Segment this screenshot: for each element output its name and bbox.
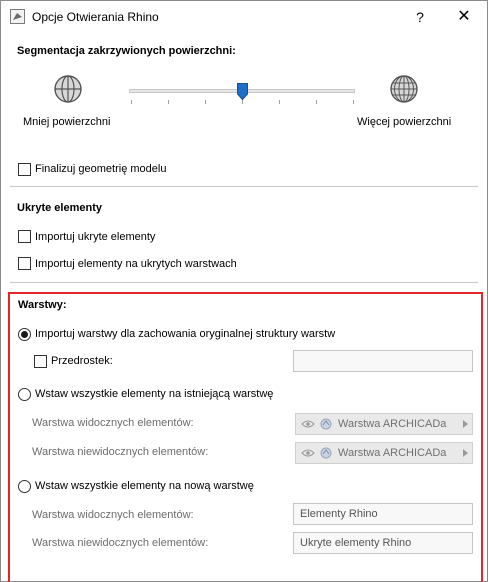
title-bar: Opcje Otwierania Rhino ? ✕ xyxy=(1,1,487,32)
existing-visible-layer-value: Warstwa ARCHICADa xyxy=(338,418,447,430)
prefix-label: Przedrostek: xyxy=(51,355,113,367)
rhino-app-icon xyxy=(10,9,25,24)
import-hidden-label: Importuj ukryte elementy xyxy=(35,231,156,243)
import-layers-label: Importuj warstwy dla zachowania oryginal… xyxy=(35,328,336,340)
slider-tick xyxy=(205,100,206,104)
segmentation-slider-thumb[interactable] xyxy=(237,83,248,100)
existing-visible-layer-label: Warstwa widocznych elementów: xyxy=(32,417,194,429)
existing-visible-layer-dropdown[interactable]: Warstwa ARCHICADa xyxy=(295,413,473,435)
slider-tick xyxy=(131,100,132,104)
globe-icon xyxy=(390,75,418,103)
prefix-checkbox[interactable] xyxy=(34,355,47,368)
new-visible-layer-label: Warstwa widocznych elementów: xyxy=(32,509,194,521)
import-layers-radio[interactable] xyxy=(18,328,31,341)
layer-icon xyxy=(320,418,332,430)
existing-layer-label: Wstaw wszystkie elementy na istniejącą w… xyxy=(35,388,274,400)
dialog-window: Opcje Otwierania Rhino ? ✕ Segmentacja z… xyxy=(0,0,488,582)
layers-title: Warstwy: xyxy=(18,299,67,311)
eye-icon xyxy=(301,420,315,428)
slider-tick xyxy=(279,100,280,104)
new-invisible-layer-input[interactable]: Ukryte elementy Rhino xyxy=(293,532,473,554)
globe-icon xyxy=(54,75,82,103)
import-hidden-checkbox[interactable] xyxy=(18,230,31,243)
existing-invisible-layer-label: Warstwa niewidocznych elementów: xyxy=(32,446,209,458)
section-separator xyxy=(10,186,478,187)
new-invisible-layer-label: Warstwa niewidocznych elementów: xyxy=(32,537,209,549)
dialog-content: Segmentacja zakrzywionych powierzchni: M… xyxy=(1,32,487,582)
slider-tick xyxy=(242,100,243,104)
hidden-elements-title: Ukryte elementy xyxy=(17,202,102,214)
eye-icon xyxy=(301,449,315,457)
more-surfaces-label: Więcej powierzchni xyxy=(357,116,452,128)
new-layer-radio[interactable] xyxy=(18,480,31,493)
help-button[interactable]: ? xyxy=(406,5,434,29)
new-layer-label: Wstaw wszystkie elementy na nową warstwę xyxy=(35,480,254,492)
dialog-title: Opcje Otwierania Rhino xyxy=(32,10,159,24)
finalize-geometry-checkbox[interactable] xyxy=(18,163,31,176)
close-button[interactable]: ✕ xyxy=(449,5,479,29)
existing-layer-radio[interactable] xyxy=(18,388,31,401)
import-hidden-layers-label: Importuj elementy na ukrytych warstwach xyxy=(35,258,237,270)
chevron-right-icon xyxy=(463,420,468,428)
import-hidden-layers-checkbox[interactable] xyxy=(18,257,31,270)
slider-tick xyxy=(168,100,169,104)
new-visible-layer-input[interactable]: Elementy Rhino xyxy=(293,503,473,525)
layer-icon xyxy=(320,447,332,459)
slider-tick xyxy=(316,100,317,104)
prefix-input[interactable] xyxy=(293,350,473,372)
existing-invisible-layer-dropdown[interactable]: Warstwa ARCHICADa xyxy=(295,442,473,464)
chevron-right-icon xyxy=(463,449,468,457)
existing-invisible-layer-value: Warstwa ARCHICADa xyxy=(338,447,447,459)
finalize-geometry-label: Finalizuj geometrię modelu xyxy=(35,163,167,175)
less-surfaces-label: Mniej powierzchni xyxy=(23,116,111,128)
segmentation-title: Segmentacja zakrzywionych powierzchni: xyxy=(17,45,236,57)
section-separator xyxy=(10,282,478,283)
slider-tick xyxy=(353,100,354,104)
